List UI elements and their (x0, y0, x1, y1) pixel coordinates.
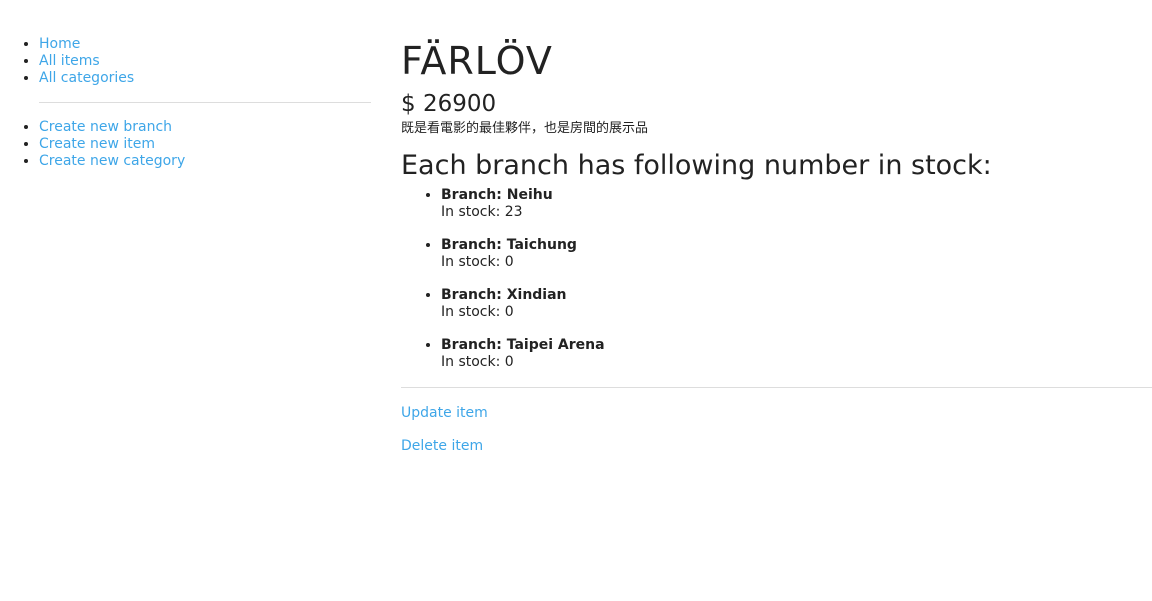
content-divider (401, 387, 1152, 388)
branch-stock-list: Branch: Neihu In stock: 23 Branch: Taich… (401, 187, 1152, 371)
nav-item-create-item: Create new item (39, 136, 371, 153)
branch-name: Branch: Taichung (441, 237, 577, 253)
list-item: Branch: Taichung In stock: 0 (441, 237, 1152, 271)
branch-name: Branch: Neihu (441, 187, 553, 203)
home-link[interactable]: Home (39, 36, 80, 52)
nav-item-all-items: All items (39, 53, 371, 70)
stock-count: In stock: 0 (441, 354, 514, 370)
create-nav: Create new branch Create new item Create… (0, 119, 371, 170)
stock-count: In stock: 23 (441, 204, 523, 220)
list-item: Branch: Taipei Arena In stock: 0 (441, 337, 1152, 371)
stock-count: In stock: 0 (441, 254, 514, 270)
item-description: 既是看電影的最佳夥伴，也是房間的展示品 (401, 121, 649, 136)
item-detail: FÄRLÖV $ 26900 既是看電影的最佳夥伴，也是房間的展示品 Each … (401, 0, 1152, 455)
sidebar-divider (39, 102, 371, 103)
list-item: Branch: Xindian In stock: 0 (441, 287, 1152, 321)
list-item: Branch: Neihu In stock: 23 (441, 187, 1152, 221)
update-item-link[interactable]: Update item (401, 405, 1152, 422)
branch-name: Branch: Taipei Arena (441, 337, 605, 353)
sidebar: Home All items All categories Create new… (0, 0, 371, 170)
item-price: $ 26900 (401, 91, 497, 117)
all-items-link[interactable]: All items (39, 53, 100, 69)
create-category-link[interactable]: Create new category (39, 153, 185, 169)
nav-item-all-categories: All categories (39, 70, 371, 87)
create-item-link[interactable]: Create new item (39, 136, 155, 152)
create-branch-link[interactable]: Create new branch (39, 119, 172, 135)
item-name: FÄRLÖV (401, 39, 553, 83)
primary-nav: Home All items All categories (0, 36, 371, 87)
all-categories-link[interactable]: All categories (39, 70, 134, 86)
nav-item-home: Home (39, 36, 371, 53)
nav-item-create-branch: Create new branch (39, 119, 371, 136)
nav-item-create-category: Create new category (39, 153, 371, 170)
delete-item-link[interactable]: Delete item (401, 438, 1152, 455)
branch-name: Branch: Xindian (441, 287, 567, 303)
stock-count: In stock: 0 (441, 304, 514, 320)
stock-heading: Each branch has following number in stoc… (401, 150, 992, 181)
